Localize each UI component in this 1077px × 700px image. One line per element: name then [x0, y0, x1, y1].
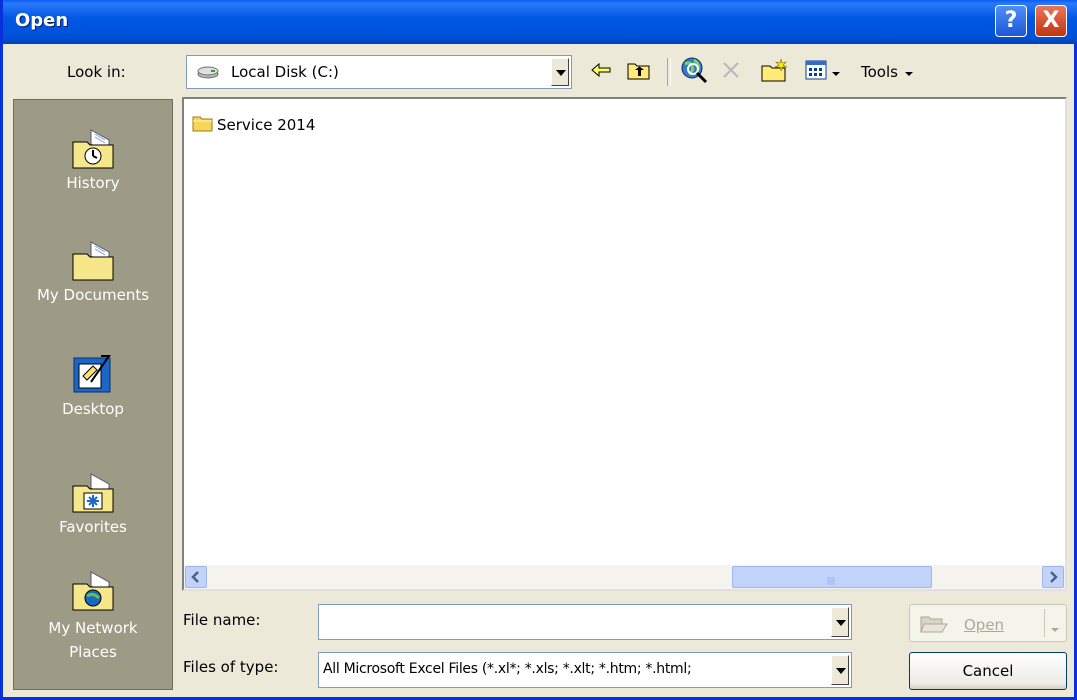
favorites-icon: [71, 470, 115, 514]
horizontal-scrollbar[interactable]: [184, 565, 1065, 589]
create-new-folder-button[interactable]: [759, 56, 791, 88]
file-name: Service 2014: [217, 116, 316, 134]
desktop-icon: [71, 352, 115, 396]
up-folder-icon: [627, 60, 651, 84]
network-places-icon: [71, 568, 115, 612]
tools-menu[interactable]: Tools: [861, 56, 941, 88]
grip-icon: [827, 572, 837, 590]
place-my-documents[interactable]: My Documents: [14, 238, 172, 304]
scroll-left-icon: [186, 571, 206, 591]
close-button[interactable]: X: [1035, 5, 1067, 37]
chevron-down-icon[interactable]: [831, 655, 849, 685]
chevron-down-icon[interactable]: [831, 607, 849, 637]
chevron-down-icon[interactable]: [551, 58, 569, 86]
delete-icon: [721, 60, 741, 84]
scroll-right-button[interactable]: [1042, 566, 1064, 588]
back-arrow-icon: [590, 62, 612, 82]
files-of-type-label: Files of type:: [183, 658, 279, 676]
history-icon: [71, 126, 115, 170]
up-one-level-button[interactable]: [624, 56, 654, 88]
scroll-left-button[interactable]: [185, 566, 207, 588]
file-name-input[interactable]: [318, 604, 852, 640]
scroll-thumb[interactable]: [732, 566, 932, 588]
scroll-right-icon: [1043, 571, 1063, 591]
place-label: My Documents: [36, 286, 150, 304]
back-button[interactable]: [587, 56, 615, 88]
place-label: History: [66, 174, 120, 192]
toolbar-separator: [667, 58, 671, 86]
title-bar[interactable]: Open ? X: [3, 0, 1077, 44]
local-disk-icon: [197, 65, 219, 79]
caret-down-icon: [832, 63, 840, 81]
search-the-web-icon: [680, 56, 708, 88]
file-list[interactable]: Service 2014: [182, 97, 1067, 591]
place-label: Desktop: [62, 400, 124, 418]
views-icon: [805, 60, 827, 84]
delete-button[interactable]: [718, 56, 744, 88]
open-split-divider: [1044, 609, 1045, 637]
place-label: My Network Places: [48, 619, 138, 661]
help-button[interactable]: ?: [995, 5, 1027, 37]
folder-icon: [192, 114, 214, 136]
new-folder-icon: [761, 58, 789, 86]
look-in-value: Local Disk (C:): [231, 63, 339, 81]
places-bar: History My Documents Desktop Favorites M…: [13, 99, 173, 690]
dialog-title: Open: [15, 10, 69, 31]
views-button[interactable]: [803, 56, 829, 88]
open-button[interactable]: Open: [909, 604, 1067, 642]
place-desktop[interactable]: Desktop: [14, 352, 172, 418]
views-dropdown-arrow[interactable]: [829, 56, 843, 88]
place-label: Favorites: [59, 518, 127, 536]
search-web-button[interactable]: [677, 56, 711, 88]
place-favorites[interactable]: Favorites: [14, 470, 172, 536]
tools-label: Tools: [861, 63, 898, 81]
my-documents-icon: [71, 238, 115, 282]
open-dialog: Open ? X Look in: Local Disk (C:) Tools: [0, 0, 1077, 700]
caret-down-icon[interactable]: [1051, 619, 1059, 637]
open-label: Open: [964, 616, 1005, 634]
cancel-button[interactable]: Cancel: [909, 652, 1067, 690]
place-my-network-places[interactable]: My Network Places: [14, 568, 172, 664]
files-of-type-dropdown[interactable]: All Microsoft Excel Files (*.xl*; *.xls;…: [318, 652, 852, 688]
caret-down-icon: [904, 63, 913, 81]
look-in-dropdown[interactable]: Local Disk (C:): [186, 55, 572, 89]
files-of-type-value: All Microsoft Excel Files (*.xl*; *.xls;…: [323, 661, 692, 677]
open-folder-icon: [920, 614, 948, 638]
file-name-label: File name:: [183, 611, 261, 629]
place-history[interactable]: History: [14, 126, 172, 192]
list-item[interactable]: Service 2014: [192, 114, 315, 136]
look-in-label: Look in:: [67, 63, 126, 81]
